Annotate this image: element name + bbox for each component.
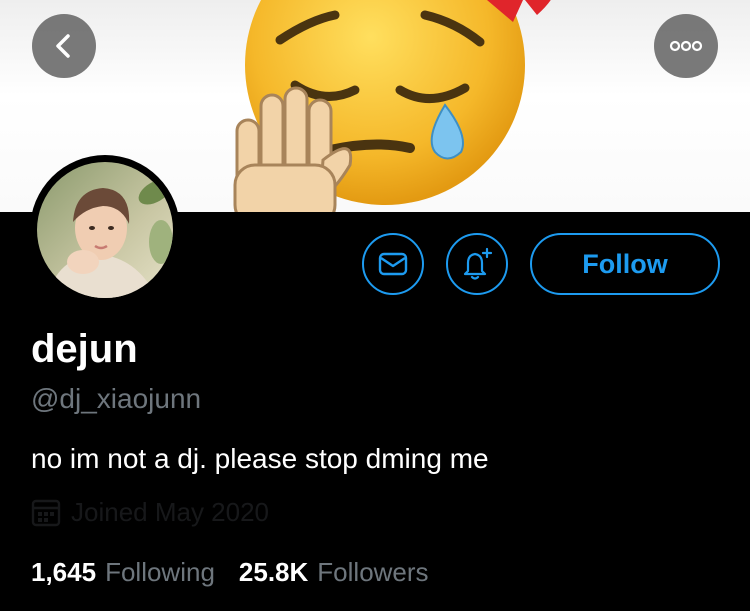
message-button[interactable] bbox=[362, 233, 424, 295]
avatar[interactable] bbox=[30, 155, 180, 305]
followers-count: 25.8K bbox=[238, 557, 309, 587]
notifications-button[interactable] bbox=[446, 233, 508, 295]
followers-label: Followers bbox=[317, 557, 429, 587]
followers-stat[interactable]: 25.8K Followers bbox=[239, 556, 429, 588]
following-label: Following bbox=[105, 557, 215, 587]
back-arrow-icon bbox=[56, 34, 70, 58]
sad-emoji-banner-image bbox=[233, 0, 551, 212]
more-options-button[interactable] bbox=[654, 14, 718, 78]
follow-stats: 1,645 Following 25.8K Followers bbox=[31, 556, 429, 588]
profile-bio: no im not a dj. please stop dming me bbox=[31, 443, 489, 474]
bell-plus-icon bbox=[463, 247, 493, 280]
follow-button[interactable]: Follow bbox=[530, 233, 720, 295]
profile-page: Follow dejun @dj_xiaojunn no im not a dj… bbox=[0, 0, 750, 611]
back-button[interactable] bbox=[32, 14, 96, 78]
user-handle: @dj_xiaojunn bbox=[31, 383, 202, 414]
display-name: dejun bbox=[31, 327, 138, 371]
joined-date: Joined May 2020 bbox=[31, 496, 269, 528]
following-count: 1,645 bbox=[31, 557, 97, 587]
avatar-photo bbox=[37, 162, 173, 298]
envelope-icon bbox=[378, 252, 408, 276]
calendar-icon bbox=[31, 499, 61, 527]
joined-date-text: Joined May 2020 bbox=[71, 497, 270, 527]
following-stat[interactable]: 1,645 Following bbox=[31, 556, 215, 588]
more-options-icon bbox=[669, 40, 703, 52]
